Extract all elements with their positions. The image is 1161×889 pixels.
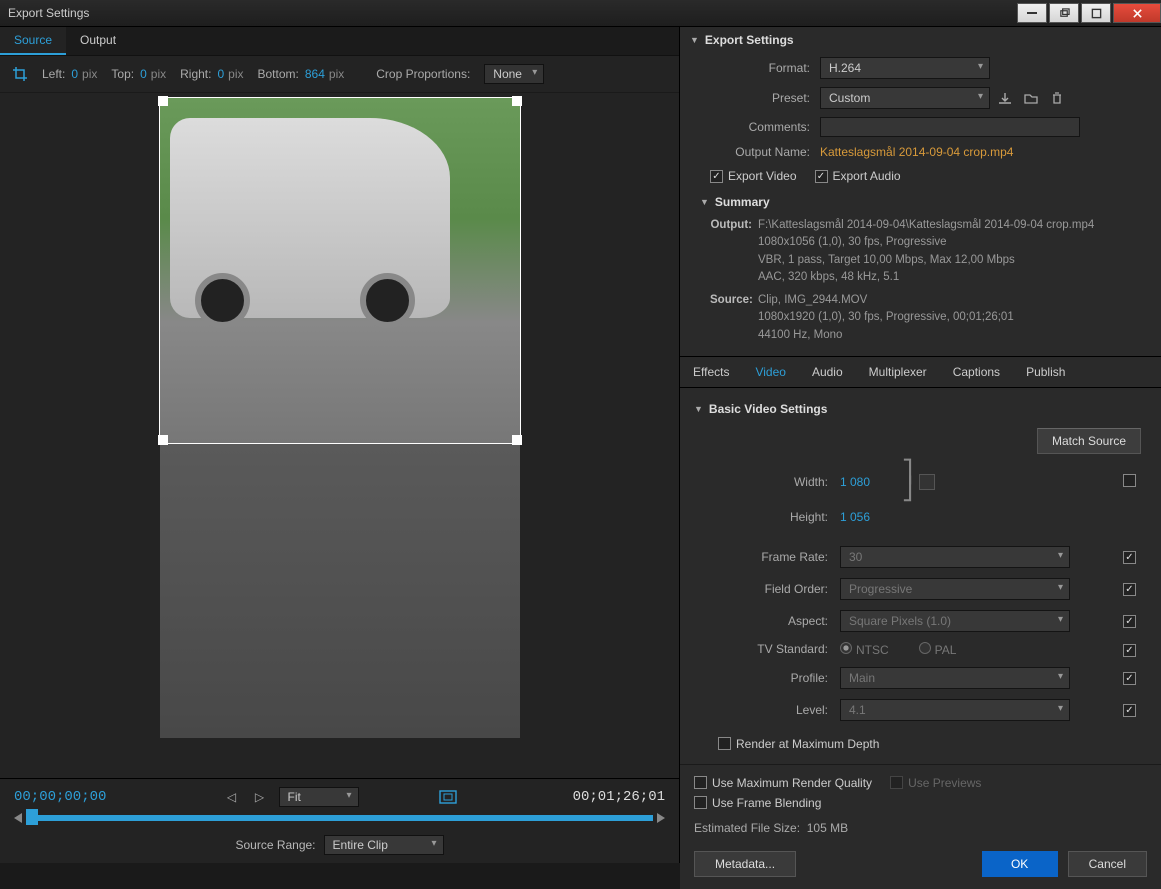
- timeline-slider[interactable]: [14, 813, 665, 823]
- tab-output[interactable]: Output: [66, 27, 130, 55]
- export-audio-checkbox[interactable]: Export Audio: [815, 169, 901, 183]
- out-timecode: 00;01;26;01: [573, 789, 665, 805]
- settings-tabs: Effects Video Audio Multiplexer Captions…: [680, 356, 1161, 388]
- close-button[interactable]: [1113, 3, 1161, 23]
- crop-top-value[interactable]: 0: [140, 67, 147, 81]
- preview-canvas: [160, 98, 520, 738]
- match-source-button[interactable]: Match Source: [1037, 428, 1141, 454]
- tab-multiplexer[interactable]: Multiplexer: [856, 357, 940, 387]
- basic-video-heading[interactable]: Basic Video Settings: [690, 396, 1151, 422]
- comments-input[interactable]: [820, 117, 1080, 137]
- delete-preset-icon[interactable]: [1046, 88, 1068, 108]
- profile-select[interactable]: Main: [840, 667, 1070, 689]
- comments-label: Comments:: [690, 120, 820, 134]
- link-dimensions-icon[interactable]: ⎤⎦: [902, 465, 913, 500]
- aspect-match-checkbox[interactable]: [1123, 615, 1136, 628]
- crop-left-label: Left:: [42, 67, 65, 81]
- window-title: Export Settings: [8, 6, 1015, 20]
- preset-label: Preset:: [690, 91, 820, 105]
- format-label: Format:: [690, 61, 820, 75]
- in-timecode[interactable]: 00;00;00;00: [14, 789, 106, 805]
- crop-top-label: Top:: [111, 67, 134, 81]
- step-back-icon[interactable]: ◁: [223, 790, 241, 804]
- export-settings-heading[interactable]: Export Settings: [680, 27, 1161, 53]
- preview-tabs: Source Output: [0, 27, 679, 56]
- max-render-quality-checkbox[interactable]: Use Maximum Render Quality: [694, 776, 872, 790]
- tab-video[interactable]: Video: [742, 357, 798, 387]
- cancel-button[interactable]: Cancel: [1068, 851, 1147, 877]
- tab-captions[interactable]: Captions: [940, 357, 1013, 387]
- output-name-link[interactable]: Katteslagsmål 2014-09-04 crop.mp4: [820, 145, 1013, 159]
- framerate-select[interactable]: 30: [840, 546, 1070, 568]
- tvstd-label: TV Standard:: [700, 642, 840, 656]
- summary-output-key: Output:: [710, 217, 758, 286]
- crop-proportions-select[interactable]: None: [484, 64, 544, 84]
- crop-right-label: Right:: [180, 67, 211, 81]
- crop-selection[interactable]: [160, 98, 520, 443]
- crop-controls: Left: 0 pix Top: 0 pix Right: 0 pix Bott…: [0, 56, 679, 93]
- preset-select[interactable]: Custom: [820, 87, 990, 109]
- height-label: Height:: [700, 510, 840, 524]
- profile-match-checkbox[interactable]: [1123, 672, 1136, 685]
- source-range-label: Source Range:: [235, 838, 315, 852]
- zoom-fit-select[interactable]: Fit: [279, 787, 359, 807]
- crop-right-value[interactable]: 0: [217, 67, 224, 81]
- playhead[interactable]: [26, 809, 38, 825]
- aspect-label: Aspect:: [700, 614, 840, 628]
- summary-source-value: Clip, IMG_2944.MOV 1080x1920 (1,0), 30 f…: [758, 292, 1151, 344]
- level-match-checkbox[interactable]: [1123, 704, 1136, 717]
- tab-source[interactable]: Source: [0, 27, 66, 55]
- aspect-ratio-icon[interactable]: [439, 790, 457, 804]
- tv-pal-radio[interactable]: PAL: [919, 642, 957, 657]
- render-max-depth-checkbox[interactable]: Render at Maximum Depth: [718, 737, 879, 751]
- tv-ntsc-radio[interactable]: NTSC: [840, 642, 889, 657]
- link-toggle[interactable]: [919, 474, 935, 490]
- profile-label: Profile:: [700, 671, 840, 685]
- titlebar: Export Settings: [0, 0, 1161, 27]
- fieldorder-match-checkbox[interactable]: [1123, 583, 1136, 596]
- metadata-button[interactable]: Metadata...: [694, 851, 796, 877]
- fieldorder-select[interactable]: Progressive: [840, 578, 1070, 600]
- minimize-button[interactable]: [1017, 3, 1047, 23]
- use-previews-checkbox: Use Previews: [890, 776, 981, 790]
- ok-button[interactable]: OK: [982, 851, 1058, 877]
- summary-heading[interactable]: Summary: [680, 189, 1161, 215]
- est-size-label: Estimated File Size:: [694, 821, 800, 835]
- tvstd-match-checkbox[interactable]: [1123, 644, 1136, 657]
- level-select[interactable]: 4.1: [840, 699, 1070, 721]
- width-value[interactable]: 1 080: [840, 475, 890, 489]
- framerate-match-checkbox[interactable]: [1123, 551, 1136, 564]
- import-preset-icon[interactable]: [1020, 88, 1042, 108]
- tab-audio[interactable]: Audio: [799, 357, 856, 387]
- summary-source-key: Source:: [710, 292, 758, 344]
- crop-proportions-label: Crop Proportions:: [376, 67, 470, 81]
- aspect-select[interactable]: Square Pixels (1.0): [840, 610, 1070, 632]
- height-value[interactable]: 1 056: [840, 510, 890, 524]
- preview-area[interactable]: [0, 93, 679, 778]
- tab-publish[interactable]: Publish: [1013, 357, 1078, 387]
- maximize-button[interactable]: [1081, 3, 1111, 23]
- level-label: Level:: [700, 703, 840, 717]
- output-name-label: Output Name:: [690, 145, 820, 159]
- est-size-value: 105 MB: [807, 821, 848, 835]
- crop-icon[interactable]: [12, 66, 28, 82]
- frame-blending-checkbox[interactable]: Use Frame Blending: [694, 796, 821, 810]
- summary-output-value: F:\Katteslagsmål 2014-09-04\Katteslagsmå…: [758, 217, 1151, 286]
- format-select[interactable]: H.264: [820, 57, 990, 79]
- width-label: Width:: [700, 475, 840, 489]
- crop-bottom-value[interactable]: 864: [305, 67, 325, 81]
- step-fwd-icon[interactable]: ▷: [251, 790, 269, 804]
- export-video-checkbox[interactable]: Export Video: [710, 169, 797, 183]
- crop-bottom-label: Bottom:: [258, 67, 299, 81]
- restore-button[interactable]: [1049, 3, 1079, 23]
- source-range-select[interactable]: Entire Clip: [324, 835, 444, 855]
- framerate-label: Frame Rate:: [700, 550, 840, 564]
- width-match-checkbox[interactable]: [1123, 474, 1136, 487]
- save-preset-icon[interactable]: [994, 88, 1016, 108]
- crop-left-value[interactable]: 0: [71, 67, 78, 81]
- fieldorder-label: Field Order:: [700, 582, 840, 596]
- tab-effects[interactable]: Effects: [680, 357, 742, 387]
